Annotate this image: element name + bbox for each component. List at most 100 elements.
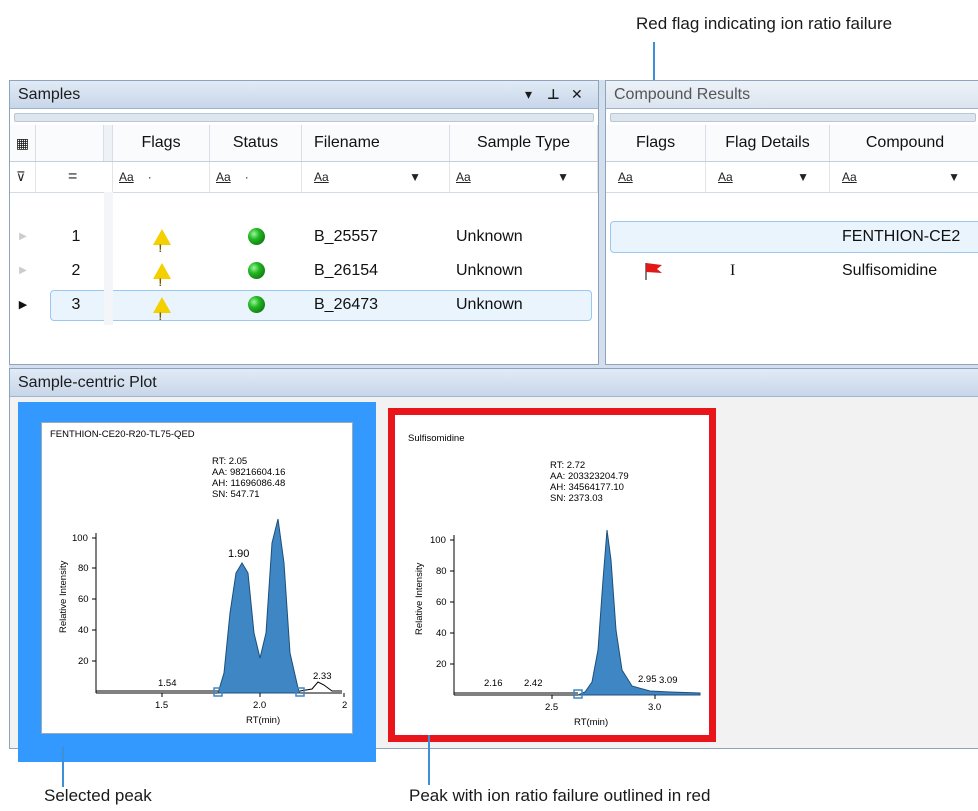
ah-label: AH: 34564177.10	[550, 482, 624, 493]
samples-panel-header: Samples ▾ ⊥ ✕	[10, 81, 598, 109]
samples-column-header-row: ▦ Flags Status Filename Sample Type	[10, 125, 598, 162]
y-tick: 100	[72, 533, 88, 544]
row-index: 2	[71, 262, 81, 279]
row-compound: FENTHION-CE2	[842, 228, 961, 245]
row-sample-type: Unknown	[456, 262, 523, 279]
peak-label: 1.90	[228, 548, 249, 560]
sn-label: SN: 2373.03	[550, 493, 603, 504]
header-status[interactable]: Status	[210, 125, 302, 161]
chevron-down-icon: ▼	[948, 170, 960, 184]
header-flags[interactable]: Flags	[113, 125, 210, 161]
samples-panel-title: Samples	[18, 86, 81, 103]
filter-status[interactable]: Aa ·	[210, 162, 302, 192]
chevron-down-icon: ▼	[797, 170, 809, 184]
status-ok-icon	[210, 254, 302, 288]
chromatogram-fenthion-svg: FENTHION-CE20-R20-TL75-QED RT: 2.05 AA: …	[50, 429, 347, 726]
header-flags[interactable]: Flags	[606, 125, 706, 161]
row-sample-type: Unknown	[456, 228, 523, 245]
filter-funnel-icon[interactable]: ⊽	[10, 162, 36, 192]
y-tick: 40	[78, 625, 89, 636]
table-row[interactable]: ▶ 2 ! B_26154 Unknown	[10, 254, 598, 289]
compound-horizontal-scrollbar[interactable]	[610, 113, 976, 122]
column-chooser-icon[interactable]: ▦	[10, 125, 36, 161]
filter-sample-type[interactable]: Aa ▼	[450, 162, 598, 192]
peak-label: 2.33	[313, 671, 332, 682]
row-indicator: ▶	[19, 265, 27, 276]
table-row[interactable]: I Sulfisomidine	[606, 254, 978, 288]
red-flag-icon	[642, 254, 672, 288]
sn-label: SN: 547.71	[212, 489, 260, 500]
x-tick: 2	[342, 700, 347, 711]
peak-label: 2.16	[484, 678, 503, 689]
table-row-selected[interactable]: ▶ 3 ! B_26473 Unknown	[10, 288, 598, 323]
chromatogram-plot-sulfisomidine[interactable]: Sulfisomidine RT: 2.72 AA: 203323204.79 …	[400, 420, 704, 730]
status-ok-icon	[210, 288, 302, 322]
y-tick: 60	[436, 597, 447, 608]
compound-panel-header: Compound Results	[606, 81, 978, 109]
x-tick: 2.5	[545, 702, 558, 713]
plot-title: Sulfisomidine	[408, 433, 465, 444]
ah-label: AH: 11696086.48	[212, 478, 285, 489]
plot-title: FENTHION-CE20-R20-TL75-QED	[50, 429, 195, 440]
peak-label: 3.09	[659, 675, 678, 686]
chevron-down-icon: ▼	[557, 170, 569, 184]
filter-flag-details[interactable]: Aa ▼	[706, 162, 830, 192]
rt-label: RT: 2.05	[212, 456, 247, 467]
warning-icon: !	[113, 254, 210, 289]
row-filename: B_26154	[314, 262, 379, 279]
y-tick: 20	[436, 659, 447, 670]
peak-label: 2.42	[524, 678, 543, 689]
row-sample-type: Unknown	[456, 296, 523, 313]
row-flag-details	[730, 220, 780, 254]
peak-label: 1.54	[158, 678, 177, 689]
row-filename: B_25557	[314, 228, 379, 245]
peak-area	[217, 518, 301, 694]
samples-filter-row: ⊽ = Aa · Aa · Aa ▼ Aa ▼	[10, 162, 598, 193]
pin-icon[interactable]: ⊥	[547, 81, 560, 108]
header-filename[interactable]: Filename	[302, 125, 450, 161]
header-flag-details[interactable]: Flag Details	[706, 125, 830, 161]
peak-area	[577, 529, 701, 696]
compound-filter-row: Aa Aa ▼ Aa ▼	[606, 162, 978, 193]
sample-centric-plot-panel: Sample-centric Plot FENTHION-CE20-R20-TL…	[9, 368, 978, 762]
row-indicator: ▶	[19, 231, 27, 242]
callout-failure-leader	[428, 735, 430, 785]
row-index: 1	[71, 228, 81, 245]
x-tick: 2.0	[253, 700, 266, 711]
aa-label: AA: 98216604.16	[212, 467, 285, 478]
y-tick: 100	[430, 535, 446, 546]
aa-label: AA: 203323204.79	[550, 471, 629, 482]
filter-filename[interactable]: Aa ▼	[302, 162, 450, 192]
plot-panel-header: Sample-centric Plot	[10, 369, 978, 397]
filter-compound[interactable]: Aa ▼	[830, 162, 978, 192]
filter-equals-icon[interactable]: =	[36, 162, 113, 192]
row-index: 3	[71, 296, 81, 313]
y-tick: 60	[78, 594, 89, 605]
callout-red-flag: Red flag indicating ion ratio failure	[636, 14, 893, 33]
y-tick: 40	[436, 628, 447, 639]
filter-flags[interactable]: Aa ·	[113, 162, 210, 192]
chevron-down-icon: ▼	[409, 170, 421, 184]
y-tick: 80	[78, 563, 89, 574]
application-window: Samples ▾ ⊥ ✕ ▦ Flags Status Filename Sa…	[9, 80, 978, 762]
y-tick: 20	[78, 656, 89, 667]
close-icon[interactable]: ✕	[571, 81, 583, 108]
row-flag-details: I	[730, 262, 736, 279]
header-sample-type[interactable]: Sample Type	[450, 125, 598, 161]
row-indicator-current: ▶	[18, 299, 28, 311]
table-row-selected[interactable]: FENTHION-CE2	[606, 220, 978, 254]
table-row[interactable]: ▶ 1 ! B_25557 Unknown	[10, 220, 598, 255]
plot-panel-title: Sample-centric Plot	[18, 374, 157, 391]
compound-column-header-row: Flags Flag Details Compound	[606, 125, 978, 162]
chromatogram-plot-fenthion[interactable]: FENTHION-CE20-R20-TL75-QED RT: 2.05 AA: …	[41, 422, 353, 734]
filter-flags[interactable]: Aa	[606, 162, 706, 192]
dropdown-icon[interactable]: ▾	[525, 81, 532, 108]
callout-ion-ratio-failure: Peak with ion ratio failure outlined in …	[409, 786, 711, 805]
samples-horizontal-scrollbar[interactable]	[14, 113, 594, 122]
header-compound[interactable]: Compound	[830, 125, 978, 161]
samples-panel: Samples ▾ ⊥ ✕ ▦ Flags Status Filename Sa…	[9, 80, 599, 365]
warning-icon: !	[113, 288, 210, 323]
header-splitter[interactable]	[104, 125, 113, 161]
status-ok-icon	[210, 220, 302, 254]
x-axis-label: RT(min)	[574, 717, 608, 728]
